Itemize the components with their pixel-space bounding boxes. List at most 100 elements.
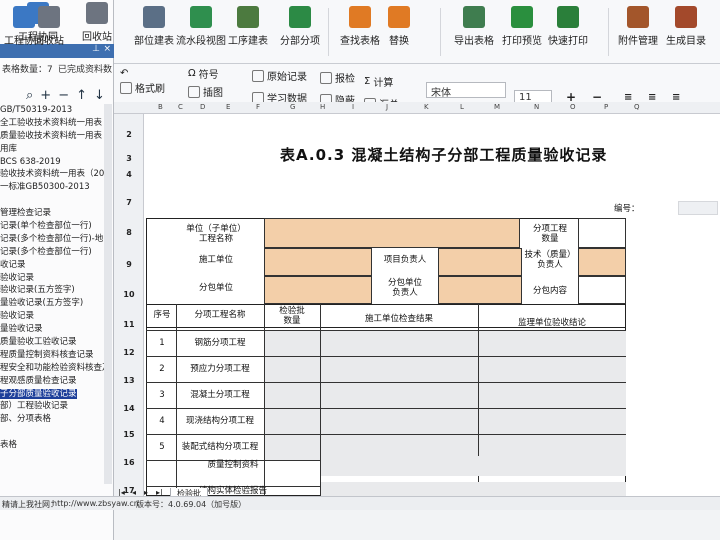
tree-item[interactable]: 验收记录	[0, 310, 112, 323]
ribbon-button-5[interactable]: 分部分项	[280, 6, 320, 62]
tree-item[interactable]: 程观感质量检查记录	[0, 375, 112, 388]
subcontract-unit-input[interactable]	[264, 276, 372, 304]
arrow-down-icon[interactable]: ↓	[94, 88, 105, 103]
serial-input[interactable]	[678, 201, 718, 215]
column-header[interactable]: J	[386, 103, 388, 111]
column-header[interactable]: H	[320, 103, 325, 111]
check-result-input[interactable]	[321, 383, 478, 408]
symbol-button[interactable]: Ω 符号	[188, 66, 219, 81]
row-header[interactable]: 3	[114, 154, 144, 163]
tree-item[interactable]: 全工验收技术资料统一用表（	[0, 117, 112, 130]
tree-item[interactable]: 部、分项表格	[0, 413, 112, 426]
ribbon-button-6[interactable]: 查找表格	[340, 6, 380, 62]
tree-item[interactable]: 量验收记录(五方签字)	[0, 297, 112, 310]
construction-unit-input[interactable]	[264, 248, 372, 276]
column-header[interactable]: F	[256, 103, 260, 111]
check-result-input[interactable]	[321, 357, 478, 382]
row-header[interactable]: 2	[114, 130, 144, 139]
ribbon-button-8[interactable]: 导出表格	[454, 6, 494, 62]
add-icon[interactable]: +	[40, 88, 51, 103]
column-header[interactable]: P	[604, 103, 608, 111]
unit-name-input[interactable]	[264, 218, 520, 248]
tree-item[interactable]: 管理检查记录	[0, 207, 112, 220]
tree-item[interactable]: 记录(多个检查部位一行)-地	[0, 233, 112, 246]
tree-item[interactable]	[0, 194, 112, 207]
batch-count-input[interactable]	[265, 383, 320, 408]
column-header[interactable]: M	[494, 103, 500, 111]
ribbon-button-4[interactable]: 工序建表	[228, 6, 268, 62]
column-header[interactable]: B	[158, 103, 163, 111]
row-header[interactable]: 4	[114, 170, 144, 179]
tree-item[interactable]: 记录(多个检查部位一行)	[0, 246, 112, 259]
ribbon-button-3[interactable]: 流水段视图	[176, 6, 226, 62]
tree-item[interactable]: 程安全和功能检验资料核查及	[0, 362, 112, 375]
supervise-input[interactable]	[479, 331, 626, 356]
original-record-button[interactable]: 原始记录	[252, 68, 307, 83]
arrow-up-icon[interactable]: ↑	[76, 88, 87, 103]
column-header[interactable]: N	[534, 103, 539, 111]
report-button[interactable]: 报检	[320, 70, 355, 85]
ribbon-button-12[interactable]: 生成目录	[666, 6, 706, 62]
ribbon-button-7[interactable]: 替换	[388, 6, 410, 62]
subcontract-content-input[interactable]	[578, 276, 626, 304]
column-header[interactable]: C	[178, 103, 183, 111]
tree-item[interactable]: 子分部质量验收记录	[0, 388, 112, 401]
ribbon-button-1-visible[interactable]: 回收站	[82, 2, 112, 58]
column-header[interactable]: Q	[634, 103, 640, 111]
supervise-input[interactable]	[479, 357, 626, 382]
batch-count-input[interactable]	[265, 409, 320, 434]
ribbon-button-2[interactable]: 部位建表	[134, 6, 174, 62]
row-header[interactable]: 16	[114, 458, 144, 467]
ribbon-button-1[interactable]: 回收站	[34, 6, 64, 62]
column-header[interactable]: O	[570, 103, 576, 111]
tree-item[interactable]: 质量验收工验收记录	[0, 336, 112, 349]
tree-item[interactable]	[0, 426, 112, 439]
row-header[interactable]: 7	[114, 198, 144, 207]
tree-item[interactable]: 收记录	[0, 259, 112, 272]
font-name-select[interactable]: 宋体	[426, 82, 506, 99]
quality-control-input[interactable]	[321, 456, 626, 476]
row-header[interactable]: 8	[114, 228, 144, 237]
batch-count-input[interactable]	[265, 357, 320, 382]
row-header[interactable]: 12	[114, 348, 144, 357]
supervise-input[interactable]	[479, 409, 626, 434]
batch-count-input[interactable]	[265, 435, 320, 460]
ribbon-button-10[interactable]: 快速打印	[548, 6, 588, 62]
tree-item[interactable]: 验收记录	[0, 272, 112, 285]
tree-item[interactable]: 用库	[0, 143, 112, 156]
column-header[interactable]: K	[424, 103, 429, 111]
row-header[interactable]: 15	[114, 430, 144, 439]
tree-item[interactable]: 记录(单个检查部位一行)	[0, 220, 112, 233]
undo-button[interactable]: ↶	[120, 68, 128, 79]
tree-item[interactable]: 验收技术资料统一用表（202	[0, 168, 112, 181]
remove-icon[interactable]: −	[58, 88, 69, 103]
row-header[interactable]: 11	[114, 320, 144, 329]
column-header[interactable]: I	[352, 103, 354, 111]
column-header[interactable]: D	[200, 103, 205, 111]
ribbon-button-9[interactable]: 打印预览	[502, 6, 542, 62]
column-header[interactable]: E	[226, 103, 230, 111]
tech-leader-input[interactable]	[578, 248, 626, 276]
tree-item[interactable]: 量验收记录	[0, 323, 112, 336]
tree-item[interactable]: 程质量控制资料核查记录	[0, 349, 112, 362]
status-url[interactable]: http://www.zbsyaw.cn	[52, 499, 139, 508]
tree-item[interactable]: 质量验收技术资料统一用表（	[0, 130, 112, 143]
row-header[interactable]: 9	[114, 260, 144, 269]
column-header[interactable]: L	[460, 103, 464, 111]
tree-scrollbar[interactable]	[104, 104, 112, 484]
subcontract-leader-input[interactable]	[438, 276, 522, 304]
illustration-button[interactable]: 插图	[188, 84, 223, 99]
calculate-button[interactable]: Σ 计算	[364, 74, 393, 89]
tree-item[interactable]: 验收记录(五方签字)	[0, 284, 112, 297]
check-result-input[interactable]	[321, 331, 478, 356]
sub-count-input[interactable]	[578, 218, 626, 248]
project-leader-input[interactable]	[438, 248, 522, 276]
format-brush-button[interactable]: 格式刷	[120, 80, 165, 95]
row-header[interactable]: 14	[114, 404, 144, 413]
batch-count-input[interactable]	[265, 331, 320, 356]
row-header[interactable]: 10	[114, 290, 144, 299]
ribbon-button-11[interactable]: 附件管理	[618, 6, 658, 62]
search-icon[interactable]: ⌕	[26, 88, 33, 103]
tree-item[interactable]: 表格	[0, 439, 112, 452]
tree-item[interactable]: 一标准GB50300-2013	[0, 181, 112, 194]
